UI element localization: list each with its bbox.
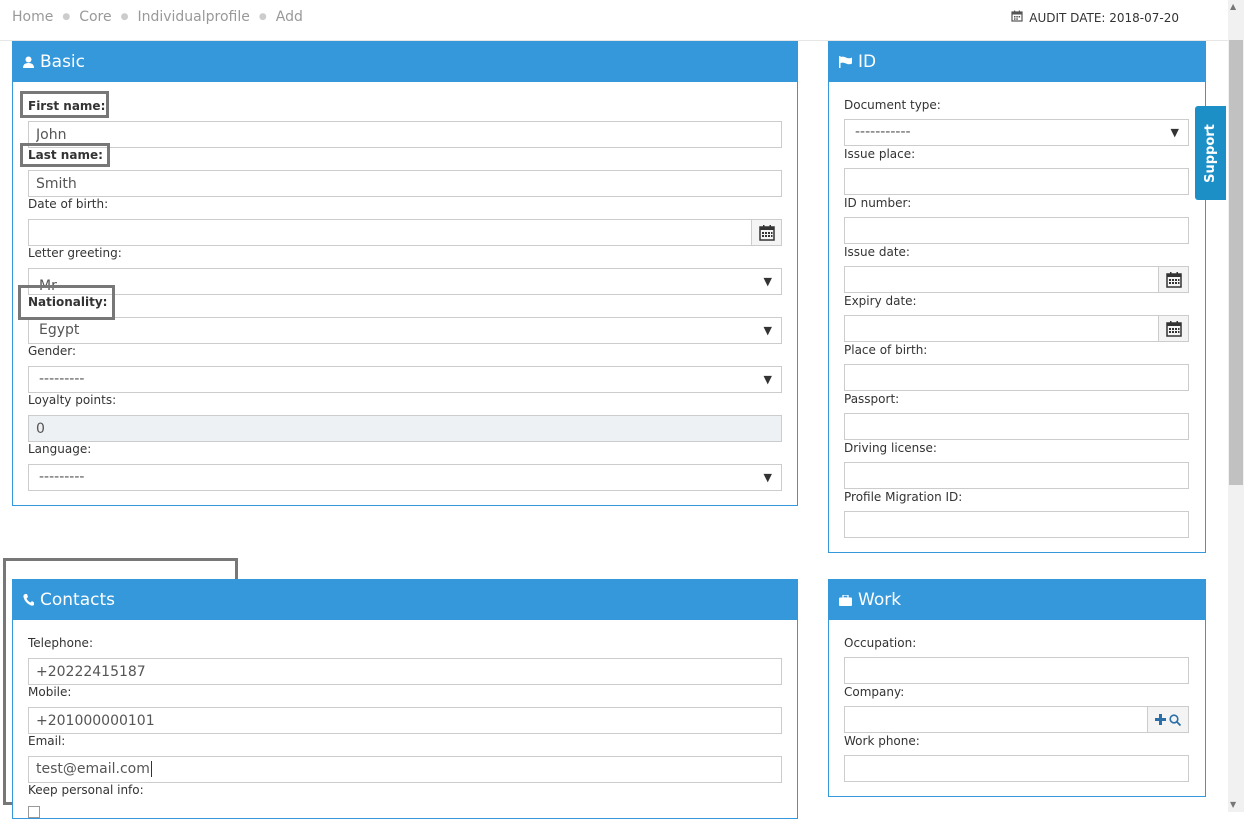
phone-icon — [23, 594, 34, 606]
contacts-panel-header: Contacts — [13, 580, 797, 620]
issue-date-input[interactable] — [844, 266, 1159, 293]
basic-panel-title: Basic — [40, 52, 86, 72]
expiry-date-input[interactable] — [844, 315, 1159, 342]
issue-date-calendar-button[interactable] — [1158, 266, 1189, 293]
work-phone-input[interactable] — [844, 755, 1189, 782]
mobile-label: Mobile: — [28, 685, 72, 699]
nationality-value: Egypt — [39, 322, 80, 338]
breadcrumb-individualprofile[interactable]: Individualprofile — [137, 9, 249, 25]
driving-license-input[interactable] — [844, 462, 1189, 489]
letter-greeting-value: Mr — [39, 278, 57, 294]
breadcrumb-separator: ● — [258, 12, 267, 22]
loyalty-points-input — [28, 415, 782, 442]
briefcase-icon — [839, 594, 852, 606]
company-add-search-button[interactable] — [1147, 706, 1189, 733]
place-of-birth-label: Place of birth: — [844, 343, 928, 357]
plus-icon — [1155, 714, 1166, 725]
calendar-icon — [1011, 10, 1023, 25]
calendar-icon — [1165, 271, 1182, 288]
flag-icon — [839, 56, 852, 68]
user-icon — [23, 56, 34, 68]
document-type-value: ----------- — [855, 124, 911, 140]
breadcrumb-core[interactable]: Core — [79, 9, 111, 25]
breadcrumb-home[interactable]: Home — [12, 9, 53, 25]
support-tab[interactable]: Support — [1195, 106, 1226, 200]
place-of-birth-input[interactable] — [844, 364, 1189, 391]
date-of-birth-calendar-button[interactable] — [751, 219, 782, 246]
email-input[interactable]: test@email.com — [28, 756, 782, 783]
occupation-label: Occupation: — [844, 636, 917, 650]
mobile-input[interactable] — [28, 707, 782, 734]
chevron-down-icon: ▼ — [763, 324, 772, 337]
chevron-down-icon: ▼ — [763, 471, 772, 484]
search-icon — [1169, 713, 1181, 726]
work-phone-label: Work phone: — [844, 734, 920, 748]
language-select[interactable]: --------- ▼ — [28, 464, 782, 491]
loyalty-points-label: Loyalty points: — [28, 393, 117, 407]
first-name-input[interactable] — [28, 121, 782, 148]
passport-input[interactable] — [844, 413, 1189, 440]
last-name-label: Last name: — [28, 148, 103, 162]
breadcrumb-add: Add — [275, 9, 303, 25]
id-number-label: ID number: — [844, 196, 912, 210]
calendar-icon — [758, 224, 775, 241]
email-label: Email: — [28, 734, 66, 748]
audit-date-label: AUDIT DATE: 2018-07-20 — [1029, 10, 1179, 25]
id-panel-header: ID — [829, 42, 1205, 82]
occupation-input[interactable] — [844, 657, 1189, 684]
email-value: test@email.com — [36, 761, 150, 777]
gender-select[interactable]: --------- ▼ — [28, 366, 782, 393]
text-cursor — [150, 761, 152, 777]
document-type-label: Document type: — [844, 98, 941, 112]
last-name-input[interactable] — [28, 170, 782, 197]
breadcrumb-separator: ● — [120, 12, 129, 22]
date-of-birth-input[interactable] — [28, 219, 752, 246]
calendar-icon — [1165, 320, 1182, 337]
issue-place-label: Issue place: — [844, 147, 916, 161]
scrollbar-thumb[interactable] — [1229, 40, 1243, 485]
keep-personal-info-checkbox[interactable] — [28, 806, 40, 818]
expiry-date-label: Expiry date: — [844, 294, 917, 308]
language-value: --------- — [39, 469, 85, 485]
letter-greeting-select[interactable]: Mr ▼ — [28, 268, 782, 295]
passport-label: Passport: — [844, 392, 900, 406]
chevron-down-icon: ▼ — [763, 275, 772, 288]
driving-license-label: Driving license: — [844, 441, 937, 455]
chevron-down-icon: ▼ — [763, 373, 772, 386]
company-label: Company: — [844, 685, 905, 699]
gender-value: --------- — [39, 371, 85, 387]
language-label: Language: — [28, 442, 92, 456]
scroll-down-icon[interactable]: ▼ — [1230, 800, 1236, 809]
telephone-label: Telephone: — [28, 636, 93, 650]
document-type-select[interactable]: ----------- ▼ — [844, 119, 1189, 146]
letter-greeting-label: Letter greeting: — [28, 246, 122, 260]
company-input[interactable] — [844, 706, 1148, 733]
issue-place-input[interactable] — [844, 168, 1189, 195]
gender-label: Gender: — [28, 344, 77, 358]
expiry-date-calendar-button[interactable] — [1158, 315, 1189, 342]
support-label: Support — [1203, 123, 1219, 183]
profile-migration-id-label: Profile Migration ID: — [844, 490, 963, 504]
breadcrumb-separator: ● — [62, 12, 71, 22]
work-panel-title: Work — [858, 590, 902, 610]
date-of-birth-label: Date of birth: — [28, 197, 109, 211]
first-name-label: First name: — [28, 99, 106, 113]
nationality-select[interactable]: Egypt ▼ — [28, 317, 782, 344]
contacts-panel-title: Contacts — [40, 590, 115, 610]
work-panel-header: Work — [829, 580, 1205, 620]
audit-date: AUDIT DATE: 2018-07-20 — [1011, 10, 1179, 25]
issue-date-label: Issue date: — [844, 245, 910, 259]
id-panel-title: ID — [858, 52, 877, 72]
breadcrumb: Home ● Core ● Individualprofile ● Add — [12, 9, 303, 25]
basic-panel-header: Basic — [13, 42, 797, 82]
nationality-label: Nationality: — [28, 295, 108, 309]
chevron-down-icon: ▼ — [1170, 126, 1179, 139]
keep-personal-info-label: Keep personal info: — [28, 783, 144, 797]
id-number-input[interactable] — [844, 217, 1189, 244]
profile-migration-id-input[interactable] — [844, 511, 1189, 538]
top-bar: Home ● Core ● Individualprofile ● Add AU… — [0, 0, 1228, 41]
scroll-up-icon[interactable]: ▲ — [1230, 2, 1236, 11]
telephone-input[interactable] — [28, 658, 782, 685]
